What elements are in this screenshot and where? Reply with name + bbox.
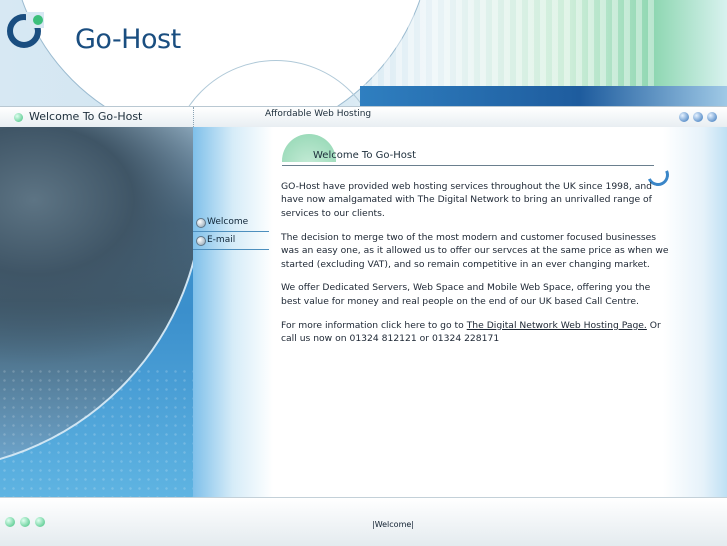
heading-divider [282,165,654,166]
green-dot-icon [5,517,15,527]
content-heading-block: Welcome To Go-Host [282,134,673,190]
dot-pattern-decoration [0,367,193,497]
menu-item-welcome[interactable]: Welcome [193,214,269,232]
digital-network-link[interactable]: The Digital Network Web Hosting Page. [467,320,647,331]
green-bullet-icon [14,113,23,122]
left-panel [0,127,193,497]
side-menu: Welcome E-mail [193,214,269,250]
footer-welcome-link[interactable]: |Welcome| [372,520,414,529]
blue-dot-icon [679,112,689,122]
blue-dot-icon [693,112,703,122]
tagline: Affordable Web Hosting [265,109,372,119]
footer: |Welcome| [0,497,727,546]
paragraph: We offer Dedicated Servers, Web Space an… [281,282,651,307]
more-info-paragraph: For more information click here to go to… [281,319,669,346]
content-heading: Welcome To Go-Host [313,150,417,161]
nav-divider [193,107,194,127]
header-blue-band [360,86,727,106]
menu-item-email[interactable]: E-mail [193,232,269,250]
radio-bullet-icon [196,218,206,228]
paragraph: The decision to merge two of the most mo… [281,231,669,270]
radio-bullet-icon [196,236,206,246]
green-dot-icon [35,517,45,527]
menu-item-label: E-mail [207,235,236,245]
content-body: GO-Host have provided web hosting servic… [281,180,669,356]
header-banner: Go-Host [0,0,727,106]
more-info-prefix: For more information click here to go to [281,319,467,331]
blue-dot-icon [707,112,717,122]
paragraph: GO-Host have provided web hosting servic… [281,181,653,219]
menu-item-label: Welcome [207,217,249,227]
page-title: Welcome To Go-Host [29,110,143,123]
go-host-logo-icon [7,12,44,48]
navigation-bar: Welcome To Go-Host Affordable Web Hostin… [0,106,727,128]
brand-name: Go-Host [75,24,181,55]
green-dot-icon [20,517,30,527]
